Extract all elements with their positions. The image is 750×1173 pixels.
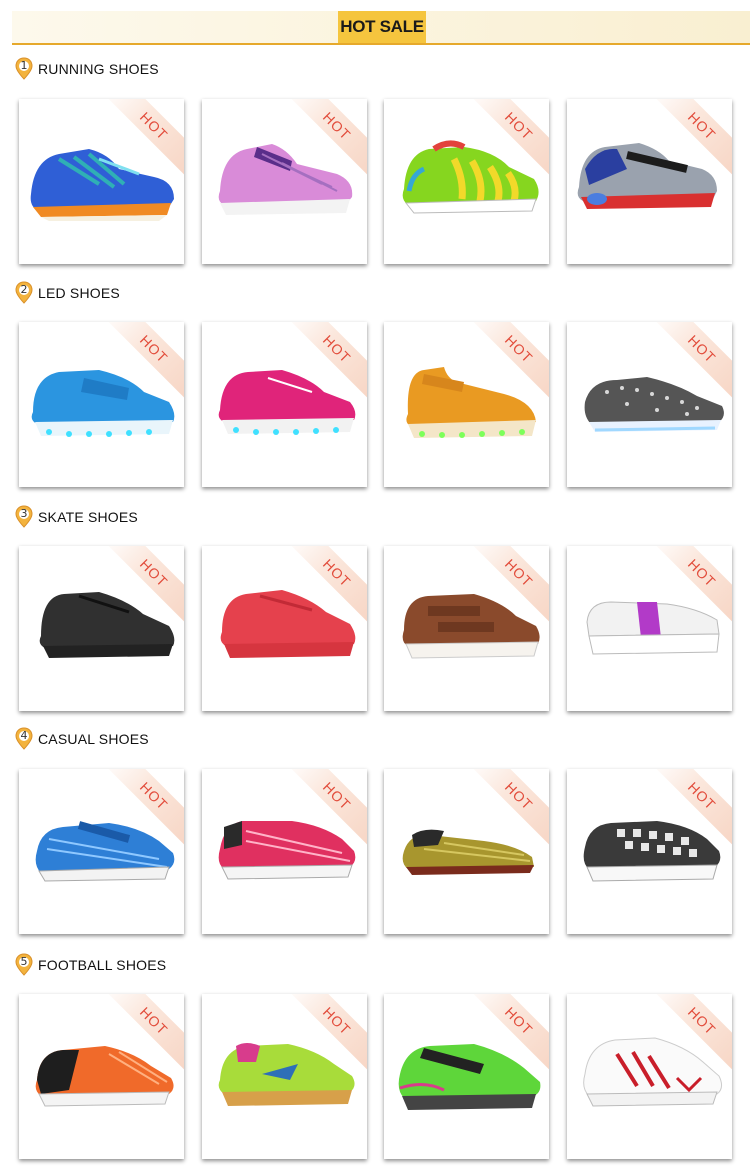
location-pin-icon: 1 [14,57,34,81]
section-number: 4 [20,729,28,742]
product-card-led-blue[interactable]: HOT [19,322,184,487]
product-card-football-green[interactable]: HOT [384,994,549,1159]
product-card-led-pink[interactable]: HOT [202,322,367,487]
location-pin-icon: 5 [14,953,34,977]
location-pin-icon: 4 [14,727,34,751]
section-title-skate: 3 SKATE SHOES [14,505,138,529]
product-card-skate-brown[interactable]: HOT [384,546,549,711]
section-label: LED SHOES [38,285,120,301]
section-number: 3 [20,507,28,520]
product-card-skate-black[interactable]: HOT [19,546,184,711]
product-card-casual-checker[interactable]: HOT [567,769,732,934]
section-number: 2 [20,283,28,296]
section-title-running: 1 RUNNING SHOES [14,57,159,81]
product-card-running-gray[interactable]: HOT [567,99,732,264]
product-card-running-green[interactable]: HOT [384,99,549,264]
product-card-casual-gold[interactable]: HOT [384,769,549,934]
product-card-led-knit[interactable]: HOT [567,322,732,487]
location-pin-icon: 2 [14,281,34,305]
section-title-casual: 4 CASUAL SHOES [14,727,149,751]
section-number: 5 [20,955,28,968]
location-pin-icon: 3 [14,505,34,529]
product-card-running-blue[interactable]: HOT [19,99,184,264]
section-label: RUNNING SHOES [38,61,159,77]
section-title-led: 2 LED SHOES [14,281,120,305]
product-card-casual-pink[interactable]: HOT [202,769,367,934]
product-card-running-pink[interactable]: HOT [202,99,367,264]
section-title-football: 5 FOOTBALL SHOES [14,953,166,977]
section-label: FOOTBALL SHOES [38,957,167,973]
product-card-led-orange[interactable]: HOT [384,322,549,487]
section-number: 1 [20,59,28,72]
product-card-football-white[interactable]: HOT [567,994,732,1159]
hot-sale-title: HOT SALE [338,11,426,43]
product-card-football-orange[interactable]: HOT [19,994,184,1159]
section-label: SKATE SHOES [38,509,138,525]
hot-sale-banner: HOT SALE [12,11,750,45]
section-label: CASUAL SHOES [38,731,149,747]
product-card-casual-blue[interactable]: HOT [19,769,184,934]
product-card-skate-red[interactable]: HOT [202,546,367,711]
product-card-football-lime[interactable]: HOT [202,994,367,1159]
product-card-skate-silver[interactable]: HOT [567,546,732,711]
